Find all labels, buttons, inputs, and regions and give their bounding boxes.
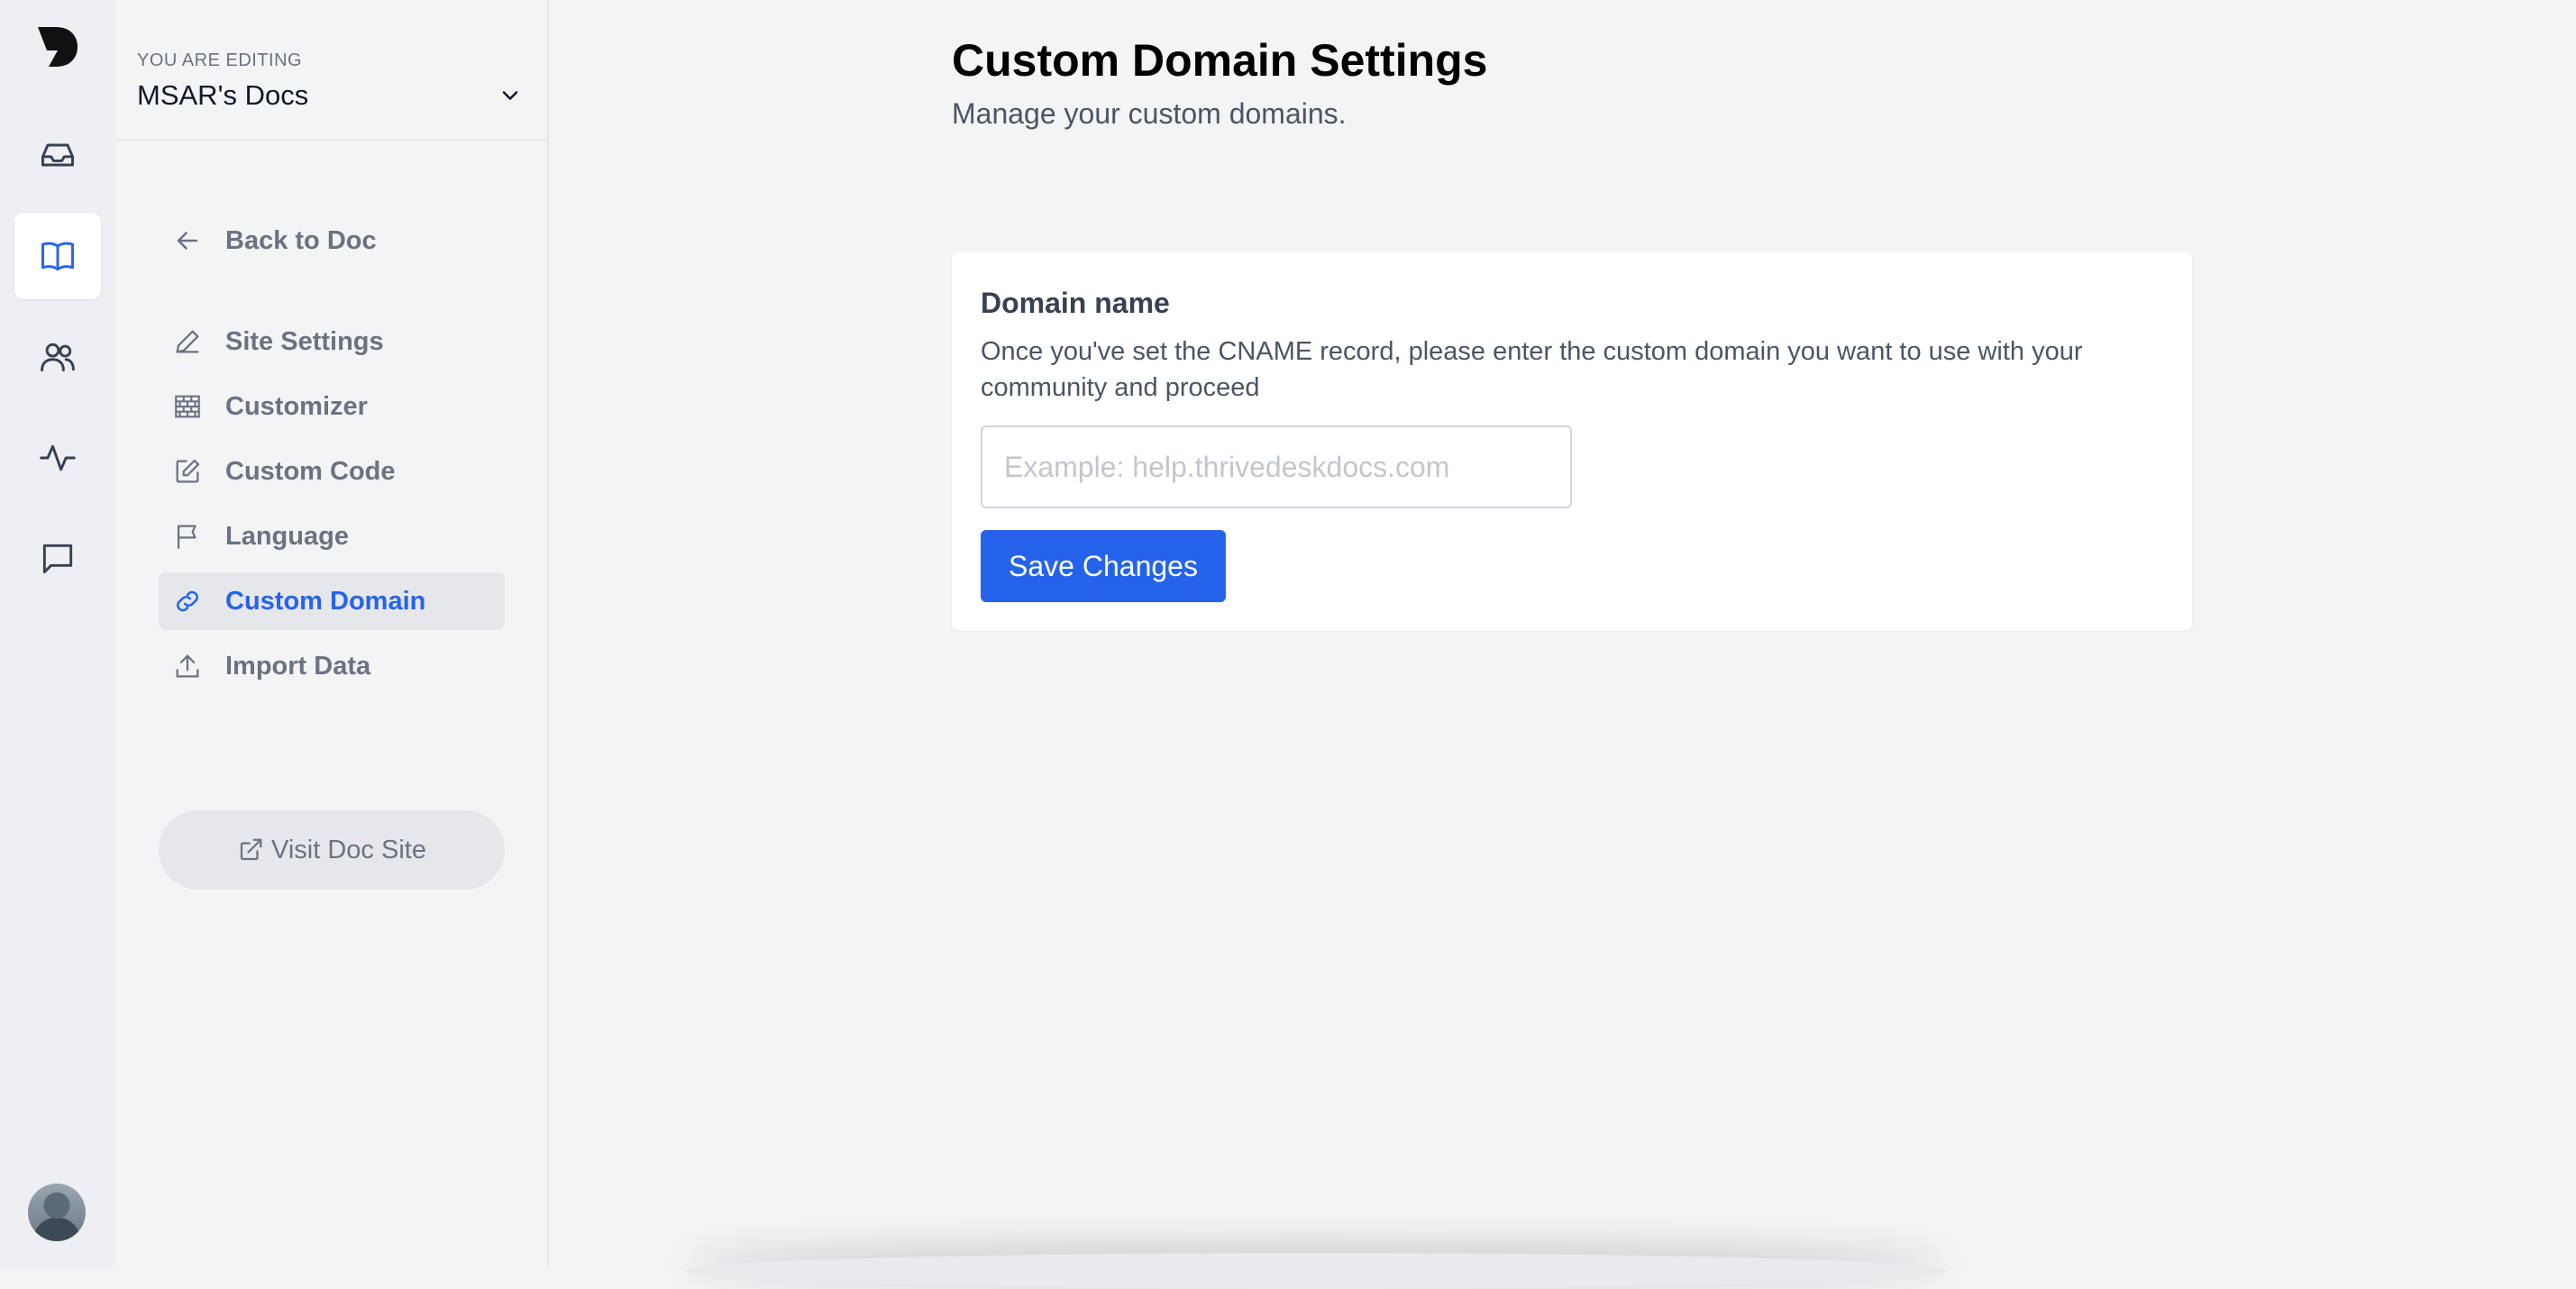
sidebar-item-label: Custom Domain: [225, 586, 426, 616]
workspace-switcher[interactable]: YOU ARE EDITING MSAR's Docs: [115, 0, 547, 141]
activity-nav-button[interactable]: [14, 415, 101, 501]
editing-label: YOU ARE EDITING: [137, 50, 303, 70]
sidebar-item-label: Customizer: [225, 391, 368, 421]
settings-sidebar: YOU ARE EDITING MSAR's Docs Back to Doc …: [115, 0, 549, 1267]
sidebar-item-language[interactable]: Language: [159, 507, 505, 565]
book-open-icon: [41, 242, 74, 271]
activity-icon: [40, 444, 76, 471]
visit-doc-site-button[interactable]: Visit Doc Site: [159, 810, 505, 890]
flag-icon: [171, 520, 204, 553]
inbox-icon: [41, 143, 74, 167]
brick-wall-icon: [171, 390, 204, 423]
users-nav-button[interactable]: [14, 314, 101, 400]
docs-nav-button[interactable]: [14, 213, 101, 299]
doc-logo-icon[interactable]: [34, 23, 81, 70]
sidebar-item-custom-code[interactable]: Custom Code: [159, 443, 505, 500]
upload-icon: [171, 650, 204, 682]
save-changes-button[interactable]: Save Changes: [981, 530, 1226, 602]
sidebar-item-import-data[interactable]: Import Data: [159, 637, 505, 695]
page-subtitle: Manage your custom domains.: [952, 97, 1347, 130]
sidebar-item-label: Language: [225, 521, 349, 551]
sidebar-item-site-settings[interactable]: Site Settings: [159, 313, 505, 370]
page-title: Custom Domain Settings: [952, 35, 1488, 86]
icon-rail: [0, 0, 115, 1267]
domain-settings-card: Domain name Once you've set the CNAME re…: [952, 252, 2192, 631]
sidebar-item-customizer[interactable]: Customizer: [159, 378, 505, 435]
sidebar-item-custom-domain[interactable]: Custom Domain: [159, 572, 505, 630]
sidebar-item-label: Custom Code: [225, 456, 396, 486]
visit-doc-site-label: Visit Doc Site: [271, 835, 426, 864]
user-avatar[interactable]: [28, 1184, 86, 1241]
chevron-down-icon[interactable]: [498, 83, 523, 108]
chat-nav-button[interactable]: [14, 516, 101, 602]
sidebar-item-label: Site Settings: [225, 326, 384, 356]
link-icon: [171, 585, 204, 617]
sidebar-item-label: Import Data: [225, 651, 371, 681]
pencil-icon: [171, 325, 204, 358]
users-icon: [41, 343, 75, 372]
external-link-icon: [240, 838, 262, 861]
arrow-left-icon: [171, 224, 204, 257]
domain-name-heading: Domain name: [981, 287, 1170, 319]
back-to-doc-label: Back to Doc: [225, 225, 377, 255]
edit-square-icon: [171, 455, 204, 488]
domain-name-description: Once you've set the CNAME record, please…: [981, 337, 2083, 402]
bottom-panel-edge: [685, 1253, 1947, 1289]
workspace-name: MSAR's Docs: [137, 79, 309, 111]
inbox-nav-button[interactable]: [14, 112, 101, 198]
custom-domain-input[interactable]: [981, 425, 1572, 508]
chat-icon: [42, 544, 73, 574]
back-to-doc-link[interactable]: Back to Doc: [159, 212, 505, 270]
